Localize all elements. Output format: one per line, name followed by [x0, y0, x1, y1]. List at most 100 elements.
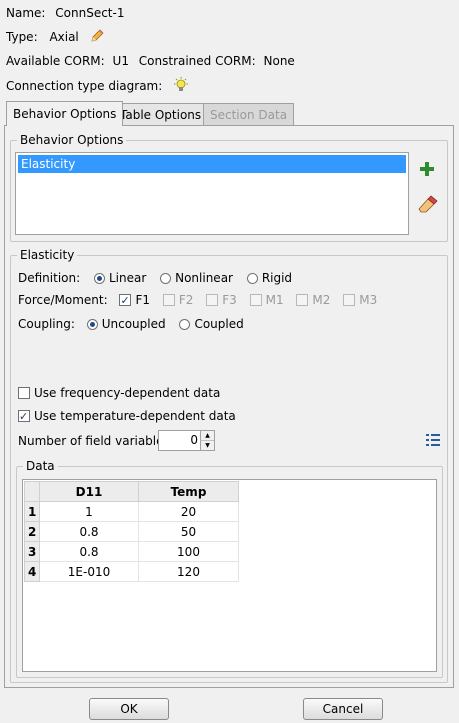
component-f1-checkbox[interactable]: F1	[119, 292, 151, 310]
behavior-list[interactable]: Elasticity	[15, 152, 409, 235]
table-cell-temp[interactable]: 100	[138, 541, 239, 562]
temperature-dependent-label: Use temperature-dependent data	[34, 409, 236, 423]
radio-indicator	[179, 319, 191, 330]
coupling-label: Coupling:	[18, 317, 75, 331]
lightbulb-icon[interactable]	[172, 76, 190, 99]
data-table[interactable]: D11 Temp 1 1 20 2 0.8 50 3 0.8 100 4 1E-…	[24, 481, 239, 582]
type-label: Type:	[6, 30, 38, 44]
tab-behavior-options-label: Behavior Options	[13, 107, 117, 121]
component-f2-checkbox: F2	[162, 293, 193, 307]
name-value: ConnSect-1	[55, 6, 125, 20]
force-moment-row: Force/Moment: F1 F2 F3 M1 M2 M3	[18, 291, 377, 310]
coupling-uncoupled-label: Uncoupled	[101, 317, 166, 331]
checkbox-indicator	[119, 292, 132, 310]
type-row: Type: Axial	[6, 28, 105, 46]
table-cell-d11[interactable]: 0.8	[39, 541, 139, 562]
coupling-coupled-radio[interactable]: Coupled	[179, 317, 244, 331]
available-corm-label: Available CORM:	[6, 54, 105, 68]
component-m3-checkbox: M3	[343, 293, 377, 307]
checkbox-indicator	[249, 294, 262, 306]
radio-indicator	[86, 319, 98, 330]
coupling-coupled-label: Coupled	[194, 317, 244, 331]
row-index[interactable]: 4	[24, 561, 40, 582]
definition-nonlinear-radio[interactable]: Nonlinear	[160, 271, 233, 285]
frequency-dependent-checkbox[interactable]: Use frequency-dependent data	[18, 384, 220, 402]
name-row: Name: ConnSect-1	[6, 4, 124, 22]
definition-label: Definition:	[18, 271, 81, 285]
type-value: Axial	[49, 30, 79, 44]
checkbox-indicator	[343, 294, 356, 306]
coupling-row: Coupling: Uncoupled Coupled	[18, 315, 244, 333]
component-f1-label: F1	[135, 293, 151, 307]
diagram-row: Connection type diagram:	[6, 76, 190, 94]
spinner-up-icon[interactable]: ▲	[200, 431, 214, 441]
diagram-label: Connection type diagram:	[6, 79, 163, 93]
field-variables-row: Number of field variables:	[18, 432, 174, 450]
behavior-options-group-label: Behavior Options	[17, 132, 127, 148]
tab-table-options-label: Table Options	[120, 108, 202, 122]
table-cell-d11[interactable]: 1E-010	[39, 561, 139, 582]
elasticity-group-label: Elasticity	[17, 247, 78, 263]
tab-section-data: Section Data	[203, 103, 295, 125]
component-m3-label: M3	[359, 293, 378, 307]
data-group-label: Data	[23, 458, 58, 474]
temperature-dependent-checkbox[interactable]: Use temperature-dependent data	[18, 407, 236, 426]
checkbox-indicator	[206, 294, 219, 306]
force-moment-label: Force/Moment:	[18, 293, 108, 307]
definition-nonlinear-label: Nonlinear	[175, 271, 233, 285]
eraser-delete-behavior-icon[interactable]	[416, 194, 438, 217]
behavior-list-item-elasticity[interactable]: Elasticity	[18, 155, 406, 173]
tab-table-options[interactable]: Table Options	[113, 103, 209, 125]
tab-behavior-options[interactable]: Behavior Options	[6, 101, 124, 126]
checkbox-indicator	[296, 294, 309, 306]
column-header-temp[interactable]: Temp	[138, 481, 239, 502]
row-header-corner	[24, 481, 40, 502]
component-m2-checkbox: M2	[296, 293, 330, 307]
component-f3-label: F3	[222, 293, 237, 307]
table-cell-temp[interactable]: 50	[138, 521, 239, 542]
table-options-icon[interactable]	[425, 433, 441, 450]
cancel-button[interactable]: Cancel	[303, 698, 383, 720]
name-label: Name:	[6, 6, 46, 20]
component-m1-label: M1	[265, 293, 284, 307]
row-index[interactable]: 1	[24, 501, 40, 522]
radio-indicator	[160, 273, 172, 284]
column-header-d11[interactable]: D11	[39, 481, 139, 502]
table-row: 4 1E-010 120	[24, 561, 239, 582]
component-m1-checkbox: M1	[249, 293, 284, 307]
radio-indicator	[93, 273, 105, 284]
ok-button[interactable]: OK	[89, 698, 169, 720]
coupling-uncoupled-radio[interactable]: Uncoupled	[86, 317, 166, 331]
row-index[interactable]: 2	[24, 521, 40, 542]
available-corm-value: U1	[112, 54, 129, 68]
table-row: 1 1 20	[24, 501, 239, 522]
table-header-row: D11 Temp	[24, 481, 239, 502]
field-variables-label: Number of field variables:	[18, 434, 174, 448]
table-cell-d11[interactable]: 1	[39, 501, 139, 522]
checkbox-indicator	[162, 294, 175, 306]
edit-type-pencil-icon[interactable]	[89, 28, 105, 49]
tab-section-data-label: Section Data	[210, 108, 288, 122]
definition-rigid-radio[interactable]: Rigid	[246, 271, 293, 285]
definition-row: Definition: Linear Nonlinear Rigid	[18, 269, 292, 287]
definition-rigid-label: Rigid	[261, 271, 293, 285]
checkbox-indicator	[18, 387, 30, 399]
definition-linear-label: Linear	[108, 271, 147, 285]
table-cell-d11[interactable]: 0.8	[39, 521, 139, 542]
checkbox-indicator	[18, 408, 30, 426]
table-row: 2 0.8 50	[24, 521, 239, 542]
definition-linear-radio[interactable]: Linear	[93, 271, 147, 285]
frequency-dependent-label: Use frequency-dependent data	[34, 386, 221, 400]
table-cell-temp[interactable]: 20	[138, 501, 239, 522]
field-variables-spinner[interactable]: 0 ▲ ▼	[158, 430, 215, 451]
constrained-corm-value: None	[263, 54, 295, 68]
table-cell-temp[interactable]: 120	[138, 561, 239, 582]
table-row: 3 0.8 100	[24, 541, 239, 562]
constrained-corm-label: Constrained CORM:	[138, 54, 256, 68]
component-f3-checkbox: F3	[206, 293, 237, 307]
component-m2-label: M2	[312, 293, 331, 307]
row-index[interactable]: 3	[24, 541, 40, 562]
spinner-down-icon[interactable]: ▼	[200, 441, 214, 450]
field-variables-value: 0	[190, 433, 198, 447]
add-behavior-plus-icon[interactable]	[418, 160, 436, 181]
